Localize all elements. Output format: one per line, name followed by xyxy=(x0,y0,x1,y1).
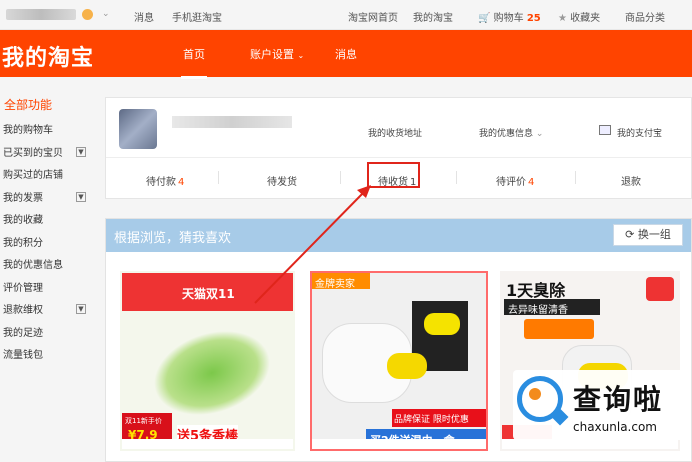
watermark-url: chaxunla.com xyxy=(573,420,657,434)
watermark-title: 查询啦 xyxy=(573,383,664,416)
logo-dot-icon xyxy=(529,388,541,400)
watermark: 查询啦 chaxunla.com xyxy=(513,370,685,440)
arrow-line xyxy=(254,189,367,304)
search-logo-icon xyxy=(517,376,563,422)
